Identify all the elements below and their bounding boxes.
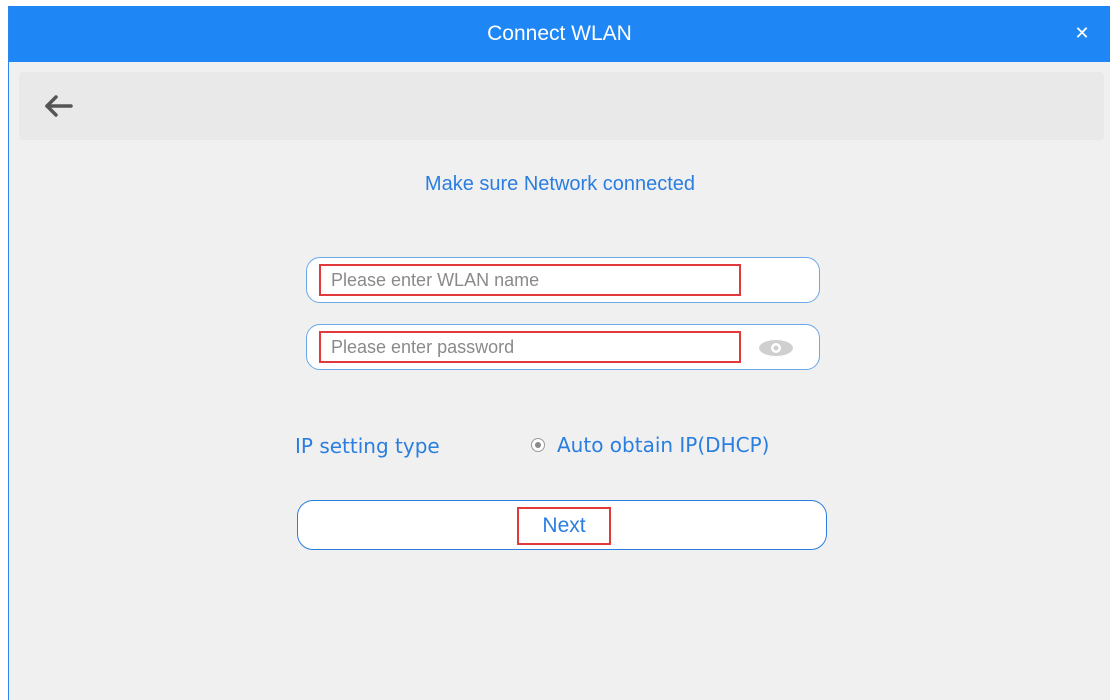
next-button-label: Next [517, 507, 611, 545]
dhcp-option-label: Auto obtain IP(DHCP) [557, 433, 770, 457]
ip-setting-label: IP setting type [295, 434, 440, 458]
arrow-left-icon [45, 95, 73, 117]
dialog-title: Connect WLAN [487, 22, 632, 45]
radio-selected-icon[interactable] [531, 438, 545, 452]
close-icon: ✕ [1074, 23, 1090, 44]
password-input[interactable] [319, 331, 741, 363]
back-button[interactable] [39, 90, 79, 122]
connect-wlan-dialog: Connect WLAN ✕ Make sure Network connect… [8, 6, 1110, 700]
toolbar [19, 72, 1104, 140]
title-bar: Connect WLAN ✕ [9, 6, 1110, 62]
network-heading: Make sure Network connected [424, 173, 696, 195]
wlan-name-field [306, 257, 820, 303]
eye-icon[interactable] [757, 339, 795, 357]
next-button[interactable]: Next [297, 500, 827, 550]
wlan-name-input[interactable] [319, 264, 741, 296]
password-field [306, 324, 820, 370]
close-button[interactable]: ✕ [1068, 20, 1096, 48]
